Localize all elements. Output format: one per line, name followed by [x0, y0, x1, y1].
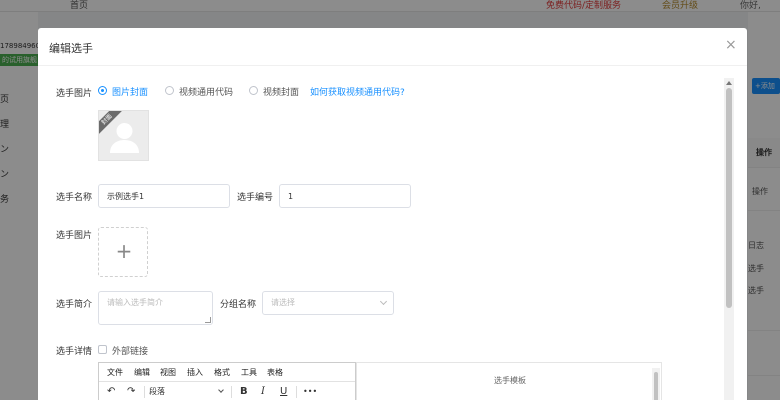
textarea-resize-handle[interactable]: [205, 317, 211, 323]
bold-icon[interactable]: B: [240, 386, 248, 398]
plus-icon: +: [115, 239, 133, 263]
player-intro-label: 选手简介: [56, 300, 93, 310]
external-link-checkbox[interactable]: [98, 345, 107, 354]
paragraph-format-value: 段落: [149, 387, 165, 396]
more-icon[interactable]: •••: [303, 386, 317, 398]
underline-icon[interactable]: U: [280, 386, 287, 398]
toolbar-divider: [296, 386, 297, 398]
dialog-header: 编辑选手 ×: [38, 28, 747, 66]
redo-icon[interactable]: ↷: [127, 386, 135, 398]
menu-edit[interactable]: 编辑: [134, 367, 150, 378]
radio-image-cover-label[interactable]: 图片封面: [112, 85, 148, 98]
toolbar-divider: [144, 386, 145, 398]
radio-image-cover[interactable]: [98, 86, 107, 95]
menu-format[interactable]: 格式: [214, 367, 230, 378]
player-intro-textarea[interactable]: [98, 291, 213, 325]
cover-type-label: 选手图片: [56, 89, 93, 99]
template-panel-title: 选手模板: [494, 376, 526, 385]
toolbar-divider: [231, 386, 232, 398]
group-select-placeholder: 请选择: [271, 298, 295, 307]
avatar-placeholder-icon: [110, 123, 139, 153]
player-number-input[interactable]: [279, 184, 411, 208]
scroll-up-arrow[interactable]: [726, 81, 732, 85]
dialog-scrollbar-thumb[interactable]: [726, 88, 732, 308]
paragraph-format-select[interactable]: 段落: [149, 385, 227, 399]
rich-text-editor[interactable]: 文件 编辑 视图 插入 格式 工具 表格 ↶ ↷ 段落 B I U •••: [98, 362, 356, 400]
editor-toolbar: ↶ ↷ 段落 B I U •••: [99, 382, 355, 400]
menu-file[interactable]: 文件: [107, 367, 123, 378]
close-icon[interactable]: ×: [725, 38, 737, 52]
player-detail-label: 选手详情: [56, 347, 93, 357]
dialog-title: 编辑选手: [49, 42, 93, 55]
group-name-label: 分组名称: [220, 300, 257, 310]
radio-video-cover[interactable]: [249, 86, 258, 95]
external-link-label[interactable]: 外部链接: [112, 344, 148, 357]
radio-video-cover-label[interactable]: 视频封面: [263, 85, 299, 98]
player-name-input[interactable]: [98, 184, 230, 208]
radio-video-code[interactable]: [165, 86, 174, 95]
menu-table[interactable]: 表格: [267, 367, 283, 378]
undo-icon[interactable]: ↶: [107, 386, 115, 398]
group-select[interactable]: 请选择: [262, 291, 394, 315]
player-image-label: 选手图片: [56, 231, 93, 241]
menu-view[interactable]: 视图: [160, 367, 176, 378]
video-code-help-link[interactable]: 如何获取视频通用代码?: [310, 85, 405, 98]
editor-menubar: 文件 编辑 视图 插入 格式 工具 表格: [99, 363, 355, 382]
edit-player-dialog: 编辑选手 × 选手图片 图片封面 视频通用代码 视频封面 如何获取视频通用代码?…: [38, 28, 747, 400]
chevron-down-icon: [379, 297, 388, 306]
player-number-label: 选手编号: [237, 193, 274, 203]
radio-video-code-label[interactable]: 视频通用代码: [179, 85, 233, 98]
player-template-panel: 选手模板: [356, 362, 662, 400]
italic-icon[interactable]: I: [261, 386, 265, 398]
cover-image-preview[interactable]: 封面: [98, 110, 149, 161]
template-scrollbar-thumb[interactable]: [654, 372, 658, 400]
player-name-label: 选手名称: [56, 193, 93, 203]
menu-insert[interactable]: 插入: [187, 367, 203, 378]
menu-tools[interactable]: 工具: [241, 367, 257, 378]
image-upload-button[interactable]: +: [98, 227, 148, 277]
chevron-down-icon: [218, 387, 224, 393]
